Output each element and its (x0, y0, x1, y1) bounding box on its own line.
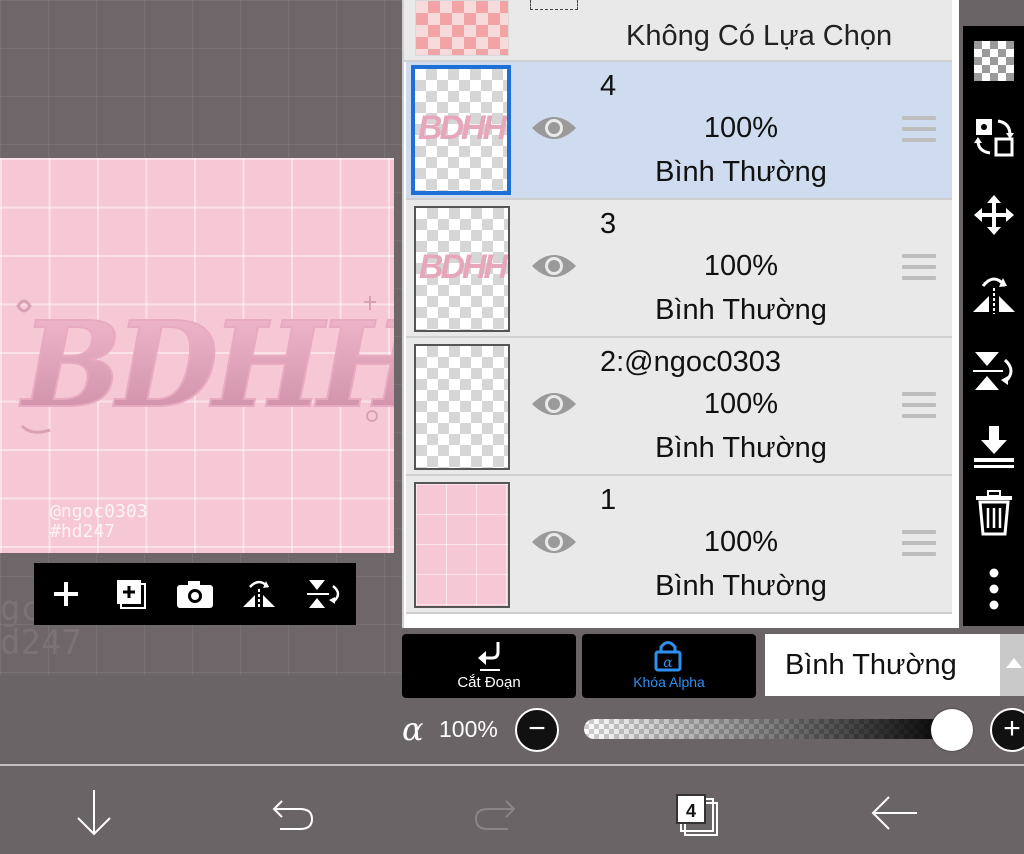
layer-row-1[interactable]: 1 100% Bình Thường (406, 476, 952, 614)
redo-icon (474, 800, 516, 830)
lock-icon: α (654, 641, 682, 672)
layer-opacity: 100% (703, 112, 779, 144)
layer-row-3[interactable]: BDHH 3 100% Bình Thường (406, 200, 952, 338)
alpha-increase-button[interactable]: + (990, 708, 1024, 752)
layer-name: 3 (600, 208, 617, 240)
flip-vertical-icon (306, 580, 339, 608)
layer-row-2[interactable]: 2:@ngoc0303 100% Bình Thường (406, 338, 952, 476)
layer-row-4[interactable]: BDHH 4 100% Bình Thường (406, 62, 952, 200)
back-button[interactable] (866, 788, 922, 838)
blend-mode-select[interactable]: Bình Thường (765, 634, 1001, 696)
selection-marquee-icon (530, 0, 578, 10)
layers-button[interactable]: 4 (664, 788, 720, 838)
delete-layer-button[interactable] (963, 478, 1024, 548)
add-button[interactable] (40, 568, 92, 620)
merge-down-button[interactable] (963, 412, 1024, 482)
bottom-nav-bar: 4 (0, 764, 1024, 854)
redo-button[interactable] (466, 788, 522, 838)
flip-vertical-button[interactable] (298, 568, 350, 620)
flip-horizontal-button[interactable] (963, 258, 1024, 328)
layer-name: 4 (600, 70, 617, 102)
move-button[interactable] (963, 180, 1024, 250)
drag-handle-icon[interactable] (902, 116, 936, 144)
alpha-slider-handle[interactable] (931, 709, 973, 751)
drag-handle-icon[interactable] (902, 530, 936, 558)
layer-name: 2:@ngoc0303 (600, 346, 782, 378)
flip-vertical-icon (972, 352, 1012, 390)
flip-horizontal-icon (972, 277, 1015, 314)
checkerboard-icon (973, 41, 1014, 81)
clip-label: Cắt Đoạn (457, 674, 521, 691)
alpha-lock-label: Khóa Alpha (633, 674, 705, 690)
flip-horizontal-icon (243, 580, 276, 609)
undo-icon (272, 800, 314, 830)
watermark-text: @ngoc0303 #hd247 (50, 501, 148, 542)
layer-opacity: 100% (703, 250, 779, 282)
layer-blend-mode: Bình Thường (655, 432, 827, 464)
layers-icon: 4 (666, 788, 718, 838)
transparent-fill-button[interactable] (963, 26, 1024, 96)
transform-button[interactable] (963, 102, 1024, 172)
layer-blend-mode: Bình Thường (655, 294, 827, 326)
layer-blend-mode: Bình Thường (655, 570, 827, 602)
drag-handle-icon[interactable] (902, 254, 936, 282)
artwork-canvas[interactable]: BDHH (0, 158, 394, 553)
right-toolbar (963, 26, 1024, 626)
alpha-slider[interactable] (584, 719, 954, 739)
alpha-value: 100% (439, 716, 498, 742)
add-layer-icon (116, 580, 146, 609)
plus-icon (54, 582, 79, 606)
layer-name: 1 (600, 484, 617, 516)
layer-blend-mode: Bình Thường (655, 156, 827, 188)
collapse-button[interactable] (66, 788, 122, 838)
back-arrow-icon (871, 796, 917, 830)
merge-down-icon (973, 426, 1014, 468)
camera-icon (176, 581, 213, 608)
blend-mode-dropdown-button[interactable] (1000, 634, 1024, 696)
svg-text:α: α (663, 655, 673, 671)
transform-icon (973, 119, 1014, 157)
drag-handle-icon[interactable] (902, 392, 936, 420)
trash-icon (975, 490, 1012, 536)
no-selection-label: Không Có Lựa Chọn (626, 20, 893, 52)
layer-toolbar (34, 563, 356, 625)
selection-thumbnail (415, 0, 509, 56)
undo-button[interactable] (266, 788, 322, 838)
more-icon (989, 568, 998, 610)
more-options-button[interactable] (963, 554, 1024, 624)
move-icon (973, 195, 1014, 235)
alpha-decrease-button[interactable]: − (515, 708, 559, 752)
artwork-lettering: BDHH (16, 294, 394, 435)
alpha-lock-button[interactable]: α Khóa Alpha (582, 634, 756, 698)
flip-horizontal-button[interactable] (233, 568, 285, 620)
import-photo-button[interactable] (169, 568, 221, 620)
flip-vertical-button[interactable] (963, 336, 1024, 406)
down-arrow-icon (77, 790, 111, 836)
alpha-symbol: α (402, 710, 424, 748)
clip-arrow-icon (478, 642, 500, 671)
add-layer-button[interactable] (105, 568, 157, 620)
layer-opacity: 100% (703, 388, 779, 420)
layer-opacity: 100% (703, 526, 779, 558)
triangle-up-icon (1006, 658, 1022, 668)
clip-button[interactable]: Cắt Đoạn (402, 634, 576, 698)
layer-count-badge: 4 (676, 794, 706, 824)
artwork-title: BDHH (19, 295, 394, 434)
